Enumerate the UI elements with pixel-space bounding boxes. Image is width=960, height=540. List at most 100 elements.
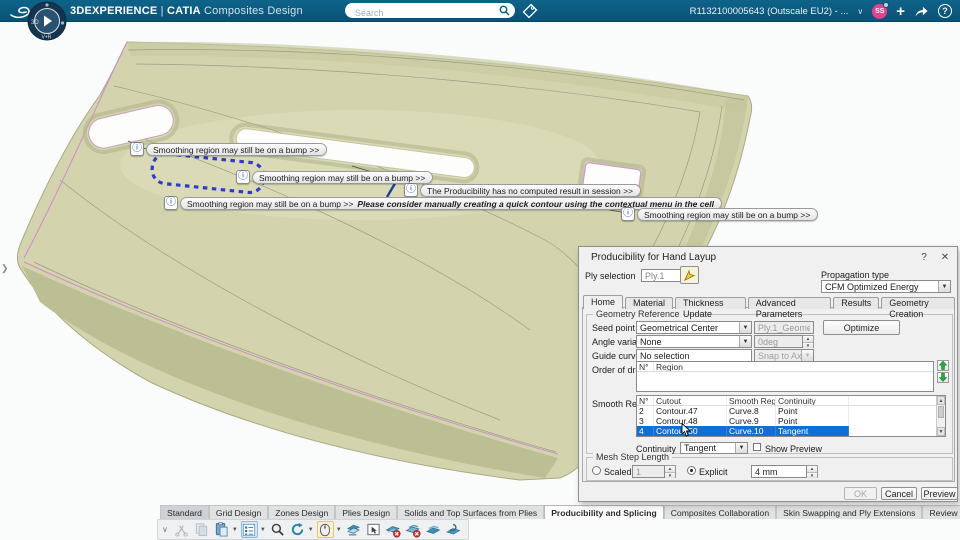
cell-continuity[interactable]: Point [776, 416, 849, 426]
tag-icon[interactable] [522, 3, 538, 19]
search-bar[interactable] [345, 3, 515, 20]
cell-num[interactable]: 2 [637, 406, 654, 416]
panel-expand-chevron[interactable]: ❯ [1, 263, 9, 274]
ribbon-tab-standard[interactable]: Standard [160, 505, 209, 519]
ribbon-tab-plies-design[interactable]: Plies Design [335, 505, 398, 519]
producibility-icon-2[interactable] [445, 521, 462, 538]
table-scrollbar[interactable]: ▲ ▼ [936, 396, 945, 436]
warning-tooltip[interactable]: ⓘ The Producibility has no computed resu… [404, 183, 642, 197]
table-row[interactable]: 2 Contour.47 Curve.8 Point [637, 406, 945, 416]
compass-south-label[interactable]: V+R [42, 35, 52, 41]
search-icon[interactable] [499, 5, 510, 16]
move-up-button[interactable] [937, 360, 949, 371]
order-col-region: Region [656, 362, 683, 371]
col-smooth-region[interactable]: Smooth Region [727, 396, 776, 405]
info-bubble-icon: ⓘ [621, 207, 635, 221]
dialog-close-button[interactable]: ✕ [938, 252, 952, 263]
update-icon[interactable] [289, 521, 306, 538]
cell-continuity[interactable]: Point [776, 406, 849, 416]
scrollbar-thumb[interactable] [938, 406, 944, 418]
col-continuity[interactable]: Continuity [776, 396, 849, 405]
help-icon[interactable]: ? [938, 4, 952, 18]
tab-advanced-parameters[interactable]: Advanced Parameters [747, 297, 832, 319]
ribbon-tab-review[interactable]: Review [922, 505, 960, 519]
info-bubble-icon: ⓘ [404, 183, 418, 197]
scroll-up-icon[interactable]: ▲ [937, 396, 945, 405]
continuity-select[interactable]: Tangent ▼ [680, 442, 748, 454]
ok-button: OK [844, 487, 877, 500]
add-icon[interactable]: + [896, 4, 905, 19]
explicit-spinner[interactable]: ▲ ▼ [807, 465, 818, 478]
cell-continuity[interactable]: Tangent [776, 426, 849, 436]
producibility-error-icon-2[interactable] [405, 521, 422, 538]
tab-results[interactable]: Results [833, 297, 880, 309]
warning-tooltip[interactable]: ⓘ Smoothing region may still be on a bum… [621, 207, 819, 221]
cancel-button[interactable]: Cancel [881, 487, 917, 500]
warning-tooltip[interactable]: ⓘ Smoothing region may still be on a bum… [236, 170, 434, 184]
dialog-help-button[interactable]: ? [917, 252, 931, 263]
angle-spinner[interactable]: ▲ ▼ [803, 335, 814, 348]
ribbon-tab-composites-collaboration[interactable]: Composites Collaboration [663, 505, 777, 519]
paste-icon[interactable] [213, 521, 230, 538]
optimize-button[interactable]: Optimize [823, 320, 900, 335]
table-row[interactable]: 3 Contour.48 Curve.9 Point [637, 416, 945, 426]
cell-smooth[interactable]: Curve.8 [727, 406, 776, 416]
warning-tooltip[interactable]: ⓘ Smoothing region may still be on a bum… [130, 142, 328, 156]
ribbon-tab-producibility-splicing[interactable]: Producibility and Splicing [544, 505, 664, 519]
scaled-radio[interactable] [592, 466, 601, 475]
producibility-icon-1[interactable] [425, 521, 442, 538]
order-col-num: N° [637, 362, 654, 371]
chevron-down-icon[interactable]: ▼ [260, 527, 266, 533]
chevron-down-icon[interactable]: ▼ [308, 527, 314, 533]
cell-num[interactable]: 4 [637, 426, 654, 436]
cell-smooth[interactable]: Curve.10 [727, 426, 776, 436]
scroll-down-icon[interactable]: ▼ [937, 427, 945, 436]
chevron-down-icon[interactable]: ▼ [336, 527, 342, 533]
explicit-field[interactable] [751, 465, 807, 478]
propagation-type-select[interactable]: CFM Optimized Energy ▼ [821, 280, 951, 293]
tenant-chevron-icon[interactable]: ∨ [857, 7, 863, 16]
warning-text: The Producibility has no computed result… [427, 186, 634, 196]
angle-variation-select[interactable]: None ▼ [636, 335, 752, 348]
tab-home[interactable]: Home [583, 295, 624, 309]
ribbon-tab-solids-top-surfaces[interactable]: Solids and Top Surfaces from Plies [397, 505, 545, 519]
specification-tree-icon[interactable] [240, 521, 258, 538]
continuity-value: Tangent [684, 443, 717, 453]
select-mouse-icon[interactable] [316, 521, 334, 538]
tenant-label[interactable]: R1132100005643 (Outscale EU2) - ... [690, 6, 849, 17]
cell-smooth[interactable]: Curve.9 [727, 416, 776, 426]
overflow-chevron-icon[interactable]: ∨ [162, 525, 168, 534]
cell-cutout[interactable]: Contour.50 [654, 426, 727, 436]
chevron-down-icon[interactable]: ▼ [232, 527, 238, 533]
cell-cutout[interactable]: Contour.48 [654, 416, 727, 426]
tab-thickness-update[interactable]: Thickness Update [675, 297, 746, 319]
move-down-button[interactable] [937, 372, 949, 383]
cell-cutout[interactable]: Contour.47 [654, 406, 727, 416]
col-num[interactable]: N° [637, 396, 654, 405]
info-bubble-icon: ⓘ [130, 142, 144, 156]
ribbon-tab-grid-design[interactable]: Grid Design [208, 505, 269, 519]
window-selection-icon[interactable] [365, 521, 382, 538]
tab-material[interactable]: Material [625, 297, 674, 309]
cell-num[interactable]: 3 [637, 416, 654, 426]
ply-layup-icon[interactable] [345, 521, 362, 538]
table-row-selected[interactable]: 4 Contour.50 Curve.10 Tangent [637, 426, 945, 436]
explicit-radio[interactable] [687, 466, 696, 475]
ribbon-tab-skin-swapping[interactable]: Skin Swapping and Ply Extensions [776, 505, 923, 519]
search-zoom-icon[interactable] [269, 521, 286, 538]
tab-geometry-creation[interactable]: Geometry Creation [881, 297, 955, 319]
user-avatar[interactable]: SS [872, 1, 890, 19]
search-input[interactable] [355, 6, 495, 20]
producibility-error-icon-1[interactable] [385, 521, 402, 538]
share-icon[interactable] [914, 5, 929, 18]
preview-button[interactable]: Preview [921, 487, 958, 500]
col-cutout[interactable]: Cutout [654, 396, 727, 405]
order-of-drape-table[interactable]: N° Region [636, 361, 934, 392]
compass-west-label[interactable]: 3D [31, 20, 39, 26]
ribbon-tab-zones-design[interactable]: Zones Design [268, 505, 336, 519]
show-preview-checkbox[interactable] [753, 443, 761, 451]
smooth-regions-table[interactable]: N° Cutout Smooth Region Continuity 2 Con… [636, 395, 946, 437]
ply-select-cursor-button[interactable] [680, 266, 699, 284]
3d-compass[interactable]: 3D V+R [27, 1, 67, 41]
seed-point-select[interactable]: Geometrical Center ▼ [636, 321, 752, 334]
